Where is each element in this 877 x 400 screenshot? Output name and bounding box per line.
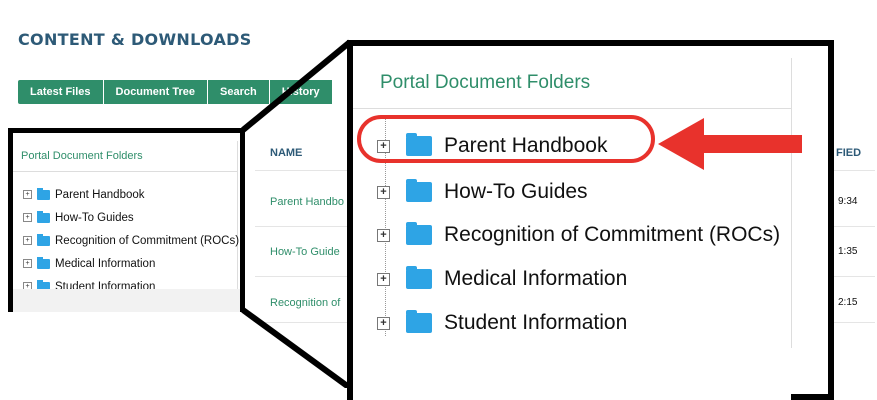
plus-box-icon[interactable]: + [377,228,390,242]
folder-panel-zoomed: Portal Document Folders + Parent Handboo… [347,40,834,400]
folder-icon [406,266,432,289]
tree-item-medical-information[interactable]: + Medical Information [377,264,627,294]
tree-item-rocs[interactable]: + Recognition of Commitment (ROCs) [377,220,780,250]
folder-icon [406,179,432,202]
panel-heading: Portal Document Folders [380,72,591,93]
tree-item-rocs[interactable]: + Recognition of Commitment (ROCs) [23,229,239,252]
panel-heading: Portal Document Folders [21,150,143,162]
folder-tree: + Parent Handbook + How-To Guides + Reco… [23,183,239,298]
folder-icon [37,256,50,269]
tree-item-label: Recognition of Commitment (ROCs) [55,234,240,247]
tree-item-label: Medical Information [444,267,628,290]
folder-icon [37,187,50,200]
divider [13,171,237,172]
plus-box-icon[interactable]: + [23,236,32,245]
highlight-outline [357,115,655,163]
tree-item-label: How-To Guides [444,180,588,203]
plus-box-icon[interactable]: + [23,190,32,199]
folder-icon [37,233,50,246]
panel-footer [353,336,791,400]
scrollbar-track[interactable] [791,58,792,348]
folder-icon [37,210,50,223]
folder-panel-small: Portal Document Folders + Parent Handboo… [8,128,245,312]
left-arrow-icon [658,118,802,170]
plus-box-icon[interactable]: + [377,316,390,330]
tree-item-how-to-guides[interactable]: + How-To Guides [23,206,239,229]
tree-item-label: Medical Information [55,257,156,270]
plus-box-icon[interactable]: + [377,272,390,286]
tree-item-label: Recognition of Commitment (ROCs) [444,223,781,246]
tree-item-label: Parent Handbook [55,188,145,201]
divider [353,108,791,109]
tree-item-label: How-To Guides [55,211,134,224]
plus-box-icon[interactable]: + [377,185,390,199]
tree-item-parent-handbook[interactable]: + Parent Handbook [23,183,239,206]
folder-icon [406,222,432,245]
plus-box-icon[interactable]: + [23,213,32,222]
tree-item-label: Student Information [444,311,628,334]
plus-box-icon[interactable]: + [23,259,32,268]
folder-icon [406,310,432,333]
tree-item-student-information[interactable]: + Student Information [377,308,627,338]
tree-item-medical-information[interactable]: + Medical Information [23,252,239,275]
tree-item-how-to-guides[interactable]: + How-To Guides [377,177,588,207]
panel-footer [13,289,240,312]
